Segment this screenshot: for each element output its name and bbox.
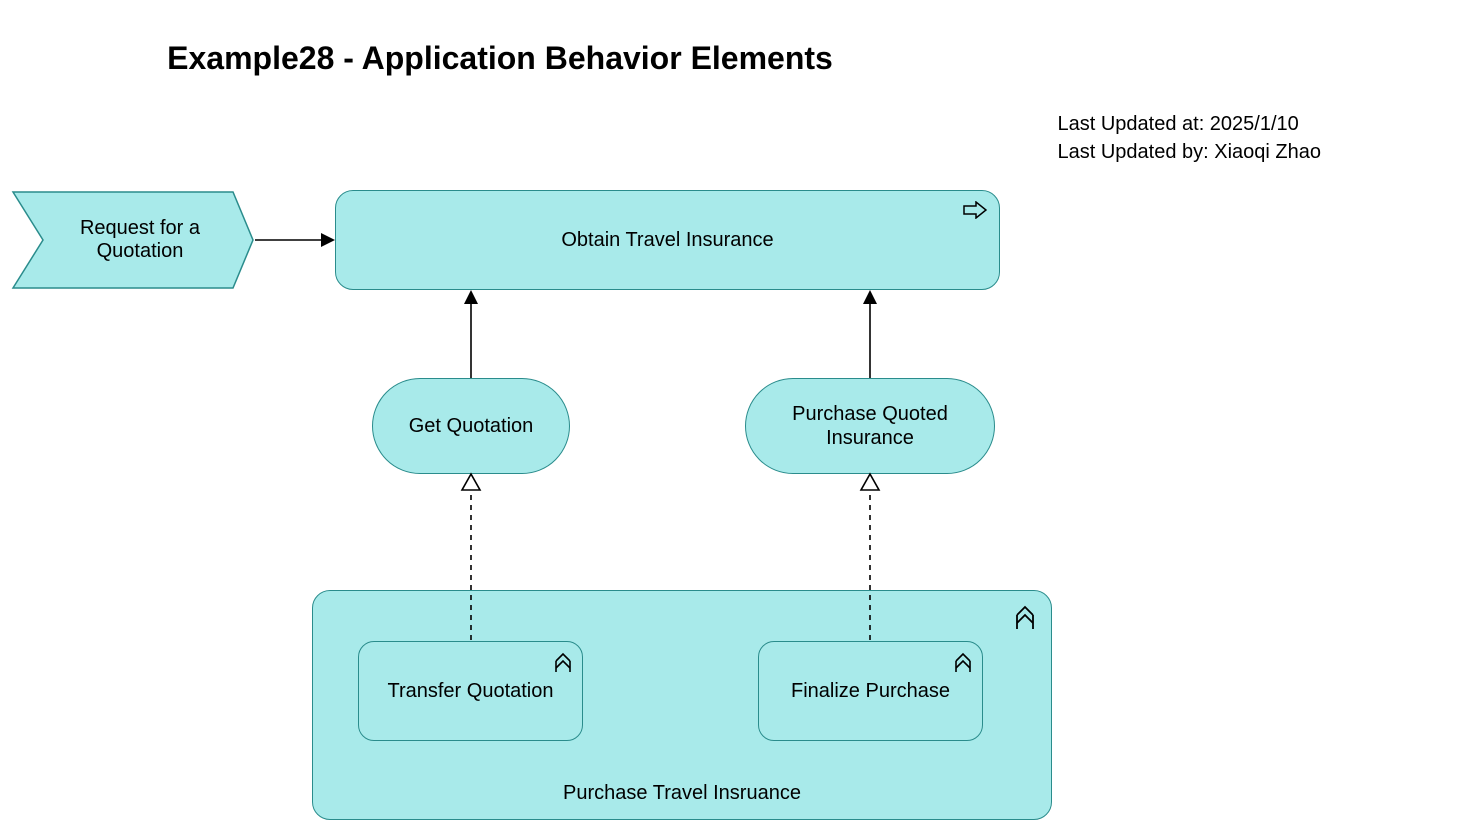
diagram-metadata: Last Updated at: 2025/1/10 Last Updated … [1057, 110, 1321, 166]
process-finalize-purchase-label: Finalize Purchase [791, 680, 950, 703]
process-purchase-travel-insurance-label: Purchase Travel Insruance [313, 782, 1051, 805]
process-transfer-quotation-label: Transfer Quotation [387, 680, 553, 703]
process-finalize-purchase: Finalize Purchase [758, 641, 983, 741]
service-get-quotation: Get Quotation [372, 378, 570, 474]
service-purchase-quoted-insurance: Purchase Quoted Insurance [745, 378, 995, 474]
process-chevron-icon [1015, 605, 1035, 631]
process-chevron-icon [954, 652, 972, 674]
service-purchase-quoted-insurance-label: Purchase Quoted Insurance [778, 402, 962, 450]
diagram-canvas: Example28 - Application Behavior Element… [0, 0, 1466, 834]
diagram-title: Example28 - Application Behavior Element… [0, 40, 1000, 77]
event-request-quotation-label: Request for a Quotation [45, 200, 235, 280]
service-arrow-icon [963, 201, 987, 219]
service-get-quotation-label: Get Quotation [409, 415, 534, 438]
last-updated-by: Last Updated by: Xiaoqi Zhao [1057, 138, 1321, 166]
process-chevron-icon [554, 652, 572, 674]
process-transfer-quotation: Transfer Quotation [358, 641, 583, 741]
service-obtain-travel-insurance-label: Obtain Travel Insurance [561, 229, 773, 252]
service-obtain-travel-insurance: Obtain Travel Insurance [335, 190, 1000, 290]
last-updated-at: Last Updated at: 2025/1/10 [1057, 110, 1321, 138]
process-purchase-travel-insurance: Transfer Quotation Finalize Purchase Pur… [312, 590, 1052, 820]
